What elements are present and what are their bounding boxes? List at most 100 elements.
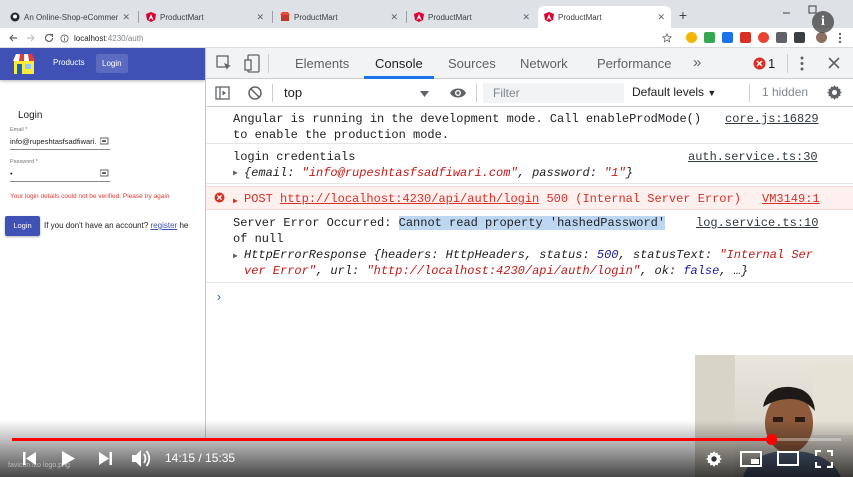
forward-icon[interactable] — [26, 33, 36, 43]
more-tabs-button[interactable]: » — [693, 54, 701, 71]
console-filter-input[interactable]: Filter — [483, 83, 624, 103]
password-label: Password * — [10, 159, 38, 165]
email-field[interactable]: info@rupeshtasfsadfiwari. — [10, 137, 96, 146]
volume-icon[interactable] — [131, 449, 153, 468]
expand-triangle-icon[interactable]: ▶ — [233, 194, 238, 210]
tab-elements[interactable]: Elements — [295, 56, 349, 71]
profile-avatar[interactable] — [816, 32, 827, 43]
register-prompt: If you don't have an account? register h… — [44, 221, 188, 230]
miniplayer-icon[interactable] — [740, 451, 762, 467]
message-text: login credentials — [233, 150, 356, 164]
address-bar[interactable]: localhost:4230/auth — [60, 30, 680, 46]
console-prompt[interactable]: › — [215, 290, 223, 306]
star-icon[interactable] — [662, 33, 672, 43]
extension-icon[interactable] — [722, 32, 733, 43]
video-info-button[interactable]: i — [812, 11, 834, 33]
console-message: Server Error Occurred: Cannot read prope… — [206, 211, 853, 283]
tab-performance[interactable]: Performance — [597, 56, 671, 71]
angular-icon — [414, 12, 424, 22]
extension-icon[interactable] — [686, 32, 697, 43]
inspect-element-icon[interactable] — [216, 55, 233, 72]
sidebar-toggle-icon[interactable] — [215, 86, 230, 100]
extension-icon[interactable] — [704, 32, 715, 43]
close-devtools-icon[interactable] — [828, 57, 840, 69]
next-icon[interactable] — [98, 451, 113, 466]
error-icon — [214, 192, 225, 203]
close-tab-icon[interactable]: ✕ — [522, 12, 530, 23]
clear-console-icon[interactable] — [248, 86, 262, 100]
video-time: 14:15 / 15:35 — [165, 451, 236, 465]
source-link[interactable]: auth.service.ts:30 — [688, 149, 818, 165]
tab-network[interactable]: Network — [520, 56, 568, 71]
play-icon[interactable] — [60, 450, 76, 467]
hidden-messages-count: 1 hidden — [762, 85, 809, 99]
console-error-message: ▶ POST http://localhost:4230/api/auth/lo… — [206, 186, 853, 210]
kebab-menu-icon[interactable] — [838, 32, 842, 44]
theater-mode-icon[interactable] — [777, 451, 799, 466]
browser-tab-active[interactable]: ProductMart ✕ — [538, 6, 671, 28]
fullscreen-icon[interactable] — [815, 450, 833, 468]
source-link[interactable]: VM3149:1 — [762, 191, 820, 207]
close-tab-icon[interactable]: ✕ — [256, 12, 264, 23]
app-header: Products Login — [0, 48, 205, 80]
close-tab-icon[interactable]: ✕ — [122, 12, 130, 23]
devtools-menu-icon[interactable] — [800, 56, 804, 71]
eye-icon[interactable] — [449, 87, 467, 99]
expand-triangle-icon[interactable]: ▶ — [233, 166, 238, 182]
browser-toolbar: localhost:4230/auth — [0, 28, 853, 48]
log-levels-dropdown[interactable]: Default levels ▼ — [632, 85, 716, 99]
console-message: login credentials auth.service.ts:30 ▶ {… — [206, 144, 853, 184]
settings-gear-icon[interactable] — [826, 84, 843, 101]
register-suffix: he — [179, 221, 189, 230]
message-text: of null — [233, 232, 284, 246]
minimize-icon[interactable] — [782, 8, 791, 17]
back-icon[interactable] — [8, 33, 18, 43]
object-preview[interactable]: {email: "info@rupeshtasfsadfiwari.com", … — [244, 165, 633, 181]
error-count-icon[interactable] — [753, 57, 766, 70]
expand-triangle-icon[interactable]: ▶ — [233, 249, 238, 265]
autofill-key-icon[interactable] — [100, 169, 109, 177]
error-count[interactable]: 1 — [768, 56, 775, 71]
request-url-link[interactable]: http://localhost:4230/api/auth/login — [280, 192, 539, 206]
context-selector[interactable]: top — [284, 85, 435, 101]
tab-title: ProductMart — [558, 12, 602, 22]
settings-gear-icon[interactable] — [705, 450, 723, 468]
nav-products-link[interactable]: Products — [53, 58, 85, 67]
app-page: Products Login Login Email * info@rupesh… — [0, 48, 206, 438]
reload-icon[interactable] — [44, 33, 54, 43]
new-tab-button[interactable]: + — [675, 8, 691, 24]
login-error-message: Your login details could not be verified… — [10, 193, 170, 200]
shop-icon — [280, 12, 290, 21]
browser-tab[interactable]: An Online-Shop-eCommerce-Ap ✕ — [4, 6, 136, 28]
store-logo-icon[interactable] — [11, 52, 37, 76]
object-preview[interactable]: HttpErrorResponse {headers: HttpHeaders,… — [244, 247, 813, 263]
previous-icon[interactable] — [22, 451, 37, 466]
password-field[interactable]: • — [10, 169, 13, 178]
extension-icon[interactable] — [776, 32, 787, 43]
message-text: Server Error Occurred: Cannot read prope… — [233, 216, 666, 230]
video-progress-bar[interactable] — [12, 434, 841, 445]
browser-tab[interactable]: ProductMart ✕ — [274, 6, 404, 28]
close-tab-icon[interactable]: ✕ — [390, 12, 398, 23]
login-button[interactable]: Login — [5, 216, 40, 236]
email-label: Email * — [10, 127, 28, 133]
selected-text: Cannot read property 'hashedPassword' — [398, 216, 666, 230]
device-toggle-icon[interactable] — [244, 54, 260, 73]
close-tab-icon[interactable]: ✕ — [657, 12, 665, 23]
extension-icon[interactable] — [740, 32, 751, 43]
video-scrubber-handle[interactable] — [765, 434, 777, 445]
tab-title: ProductMart — [428, 12, 472, 22]
register-link[interactable]: register — [151, 221, 178, 230]
source-link[interactable]: log.service.ts:10 — [696, 215, 818, 231]
extension-icon[interactable] — [758, 32, 769, 43]
browser-tab[interactable]: ProductMart ✕ — [140, 6, 270, 28]
source-link[interactable]: core.js:16829 — [725, 111, 819, 127]
extension-icon[interactable] — [794, 32, 805, 43]
tab-console[interactable]: Console — [375, 56, 423, 71]
browser-tab[interactable]: ProductMart ✕ — [408, 6, 536, 28]
nav-login-button[interactable]: Login — [96, 54, 128, 73]
github-icon — [10, 12, 20, 22]
tab-sources[interactable]: Sources — [448, 56, 496, 71]
autofill-key-icon[interactable] — [100, 137, 109, 145]
info-circle-icon[interactable] — [60, 33, 69, 43]
